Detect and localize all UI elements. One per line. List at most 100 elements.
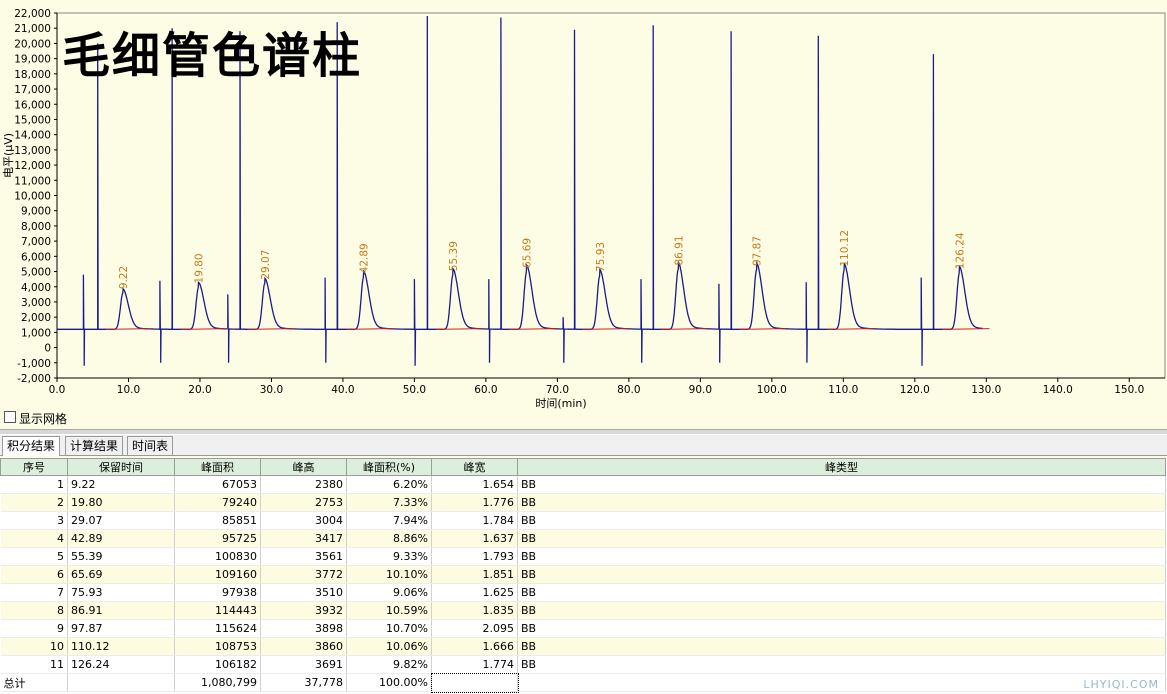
table-cell: 3691 (260, 655, 347, 674)
table-cell: 1.784 (431, 511, 518, 530)
show-grid-row[interactable]: 显示网格 (0, 407, 1167, 429)
y-tick-label: 1,000 (21, 327, 51, 339)
x-tick-label: 100.0 (757, 384, 787, 396)
table-cell: 5 (0, 547, 68, 566)
y-tick-label: 15,000 (14, 114, 51, 126)
table-row[interactable]: 8 86.91 114443 3932 10.59% 1.835 BB (0, 601, 1166, 620)
x-tick-label: 60.0 (474, 384, 497, 396)
table-cell: BB (517, 493, 1166, 512)
table-cell: 55.39 (67, 547, 175, 566)
x-tick-label: 90.0 (689, 384, 712, 396)
peak-label: 65.69 (522, 238, 534, 268)
y-tick-label: 6,000 (21, 251, 51, 263)
peak-label: 42.89 (359, 243, 371, 273)
tab-timetable[interactable]: 时间表 (127, 436, 174, 455)
total-cell (430, 672, 519, 693)
table-cell: BB (517, 547, 1166, 566)
table-cell: 97938 (174, 583, 261, 602)
table-cell: 3004 (260, 511, 347, 530)
total-cell: 37,778 (260, 673, 347, 692)
y-tick-label: 22,000 (14, 8, 51, 20)
peak-label: 97.87 (752, 236, 764, 266)
table-cell: 1.793 (431, 547, 518, 566)
show-grid-checkbox[interactable] (4, 411, 16, 423)
table-cell: 108753 (174, 637, 261, 656)
table-cell: 3772 (260, 565, 347, 584)
table-cell: 10 (0, 637, 68, 656)
table-row[interactable]: 11 126.24 106182 3691 9.82% 1.774 BB (0, 655, 1166, 674)
table-cell: 1.776 (431, 493, 518, 512)
table-cell: BB (517, 619, 1166, 638)
header-peak-type[interactable]: 峰类型 (517, 458, 1166, 476)
y-tick-label: 17,000 (14, 84, 51, 96)
x-tick-label: 140.0 (1043, 384, 1073, 396)
table-cell: 67053 (174, 475, 261, 494)
table-cell: 2 (0, 493, 68, 512)
table-row[interactable]: 3 29.07 85851 3004 7.94% 1.784 BB (0, 511, 1166, 530)
table-row[interactable]: 7 75.93 97938 3510 9.06% 1.625 BB (0, 583, 1166, 602)
total-cell (517, 673, 1166, 692)
watermark: LHYIQI.COM (1083, 678, 1159, 691)
table-cell: 4 (0, 529, 68, 548)
table-cell: 114443 (174, 601, 261, 620)
total-cell (67, 673, 175, 692)
y-tick-label: 20,000 (14, 38, 51, 50)
table-cell: 110.12 (67, 637, 175, 656)
table-cell: BB (517, 637, 1166, 656)
table-row[interactable]: 10 110.12 108753 3860 10.06% 1.666 BB (0, 637, 1166, 656)
table-cell: BB (517, 565, 1166, 584)
table-cell: 95725 (174, 529, 261, 548)
header-peak-width[interactable]: 峰宽 (431, 458, 518, 476)
table-cell: 1 (0, 475, 68, 494)
table-row[interactable]: 4 42.89 95725 3417 8.86% 1.637 BB (0, 529, 1166, 548)
table-cell: 3510 (260, 583, 347, 602)
header-peak-height[interactable]: 峰高 (260, 458, 347, 476)
table-cell: 8.86% (346, 529, 432, 548)
table-cell: 115624 (174, 619, 261, 638)
total-cell: 1,080,799 (174, 673, 261, 692)
y-tick-label: 4,000 (21, 282, 51, 294)
y-tick-label: 21,000 (14, 23, 51, 35)
header-area-percent[interactable]: 峰面积(%) (346, 458, 432, 476)
table-cell: 3932 (260, 601, 347, 620)
total-row: 总计 1,080,799 37,778 100.00% (0, 672, 1166, 693)
tab-integration-results[interactable]: 积分结果 (2, 436, 61, 456)
header-index[interactable]: 序号 (0, 458, 68, 476)
total-cell: 总计 (0, 673, 68, 692)
table-cell: 10.59% (346, 601, 432, 620)
table-row[interactable]: 2 19.80 79240 2753 7.33% 1.776 BB (0, 493, 1166, 512)
table-row[interactable]: 1 9.22 67053 2380 6.20% 1.654 BB (0, 475, 1166, 494)
y-tick-label: 2,000 (21, 312, 51, 324)
table-cell: 1.637 (431, 529, 518, 548)
table-cell: 7.94% (346, 511, 432, 530)
table-cell: 10.70% (346, 619, 432, 638)
table-row[interactable]: 5 55.39 100830 3561 9.33% 1.793 BB (0, 547, 1166, 566)
x-tick-label: 0.0 (49, 384, 66, 396)
table-cell: 1.835 (431, 601, 518, 620)
y-tick-label: 19,000 (14, 54, 51, 66)
tab-calculation-results[interactable]: 计算结果 (65, 436, 124, 455)
table-cell: 10.10% (346, 565, 432, 584)
table-cell: 85851 (174, 511, 261, 530)
peak-label: 110.12 (839, 230, 851, 267)
y-tick-label: 5,000 (21, 267, 51, 279)
header-peak-area[interactable]: 峰面积 (174, 458, 261, 476)
table-cell: 75.93 (67, 583, 175, 602)
table-cell: BB (517, 511, 1166, 530)
table-cell: 86.91 (67, 601, 175, 620)
x-tick-label: 120.0 (900, 384, 930, 396)
table-cell: 9 (0, 619, 68, 638)
table-cell: 7 (0, 583, 68, 602)
table-cell: 6.20% (346, 475, 432, 494)
x-tick-label: 30.0 (260, 384, 283, 396)
x-tick-label: 10.0 (117, 384, 140, 396)
header-retention-time[interactable]: 保留时间 (67, 458, 175, 476)
x-tick-label: 70.0 (546, 384, 569, 396)
table-row[interactable]: 6 65.69 109160 3772 10.10% 1.851 BB (0, 565, 1166, 584)
results-table-wrap: 序号 保留时间 峰面积 峰高 峰面积(%) 峰宽 峰类型 1 9.22 67053 2… (0, 458, 1167, 694)
peak-label: 55.39 (448, 241, 460, 271)
peak-label: 75.93 (595, 242, 607, 272)
peak-label: 29.07 (260, 250, 272, 280)
y-tick-label: 16,000 (14, 99, 51, 111)
table-row[interactable]: 9 97.87 115624 3898 10.70% 2.095 BB (0, 619, 1166, 638)
